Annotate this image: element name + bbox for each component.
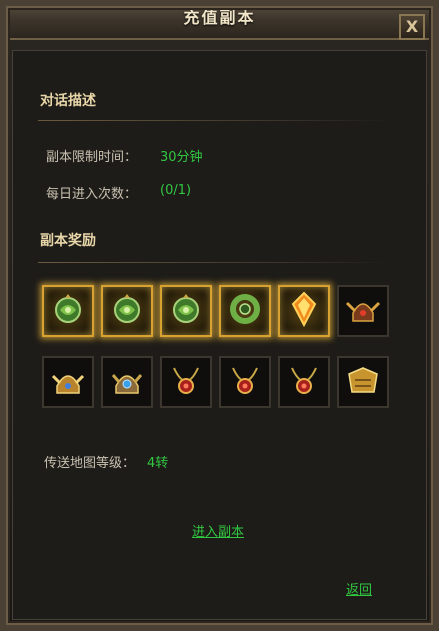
green-jade-ring-icon bbox=[225, 289, 265, 333]
golden-armor-icon bbox=[343, 360, 383, 404]
time-limit-value: 30分钟 bbox=[160, 150, 203, 165]
reward-slot[interactable] bbox=[160, 285, 212, 337]
reward-slot[interactable] bbox=[219, 285, 271, 337]
reward-slot[interactable] bbox=[337, 356, 389, 408]
red-necklace-icon bbox=[225, 360, 265, 404]
title-bar[interactable]: 充值副本 bbox=[0, 0, 439, 40]
fire-gem-icon bbox=[284, 289, 324, 333]
reward-slot[interactable] bbox=[219, 356, 271, 408]
reward-slot[interactable] bbox=[160, 356, 212, 408]
green-jade-pendant-icon bbox=[107, 289, 147, 333]
description-divider bbox=[38, 120, 388, 121]
golden-helmet-icon bbox=[48, 360, 88, 404]
reward-slot[interactable] bbox=[101, 356, 153, 408]
red-necklace-icon bbox=[284, 360, 324, 404]
teleport-level-label: 传送地图等级： bbox=[44, 456, 136, 471]
reward-slot[interactable] bbox=[278, 356, 330, 408]
red-necklace-icon bbox=[166, 360, 206, 404]
rewards-divider bbox=[38, 262, 388, 263]
green-jade-pendant-icon bbox=[48, 289, 88, 333]
daily-entries-value: (0/1) bbox=[160, 183, 192, 198]
back-link[interactable]: 返回 bbox=[346, 579, 372, 598]
rewards-heading: 副本奖励 bbox=[40, 233, 96, 249]
close-button[interactable]: X bbox=[399, 14, 425, 40]
gem-helmet-icon bbox=[107, 360, 147, 404]
green-jade-pendant-icon bbox=[166, 289, 206, 333]
window-title: 充值副本 bbox=[183, 8, 256, 27]
dungeon-window: 充值副本 X 对话描述 副本限制时间： 30分钟 每日进入次数： (0/1) 副… bbox=[0, 0, 439, 631]
description-heading: 对话描述 bbox=[40, 93, 96, 109]
teleport-level-value: 4转 bbox=[147, 456, 169, 471]
reward-slot[interactable] bbox=[42, 285, 94, 337]
time-limit-label: 副本限制时间： bbox=[46, 150, 138, 165]
winged-helmet-icon bbox=[343, 289, 383, 333]
daily-entries-label: 每日进入次数： bbox=[46, 187, 138, 202]
reward-slot[interactable] bbox=[337, 285, 389, 337]
enter-dungeon-link[interactable]: 进入副本 bbox=[192, 521, 244, 540]
reward-slot[interactable] bbox=[101, 285, 153, 337]
reward-slot[interactable] bbox=[42, 356, 94, 408]
reward-slot[interactable] bbox=[278, 285, 330, 337]
